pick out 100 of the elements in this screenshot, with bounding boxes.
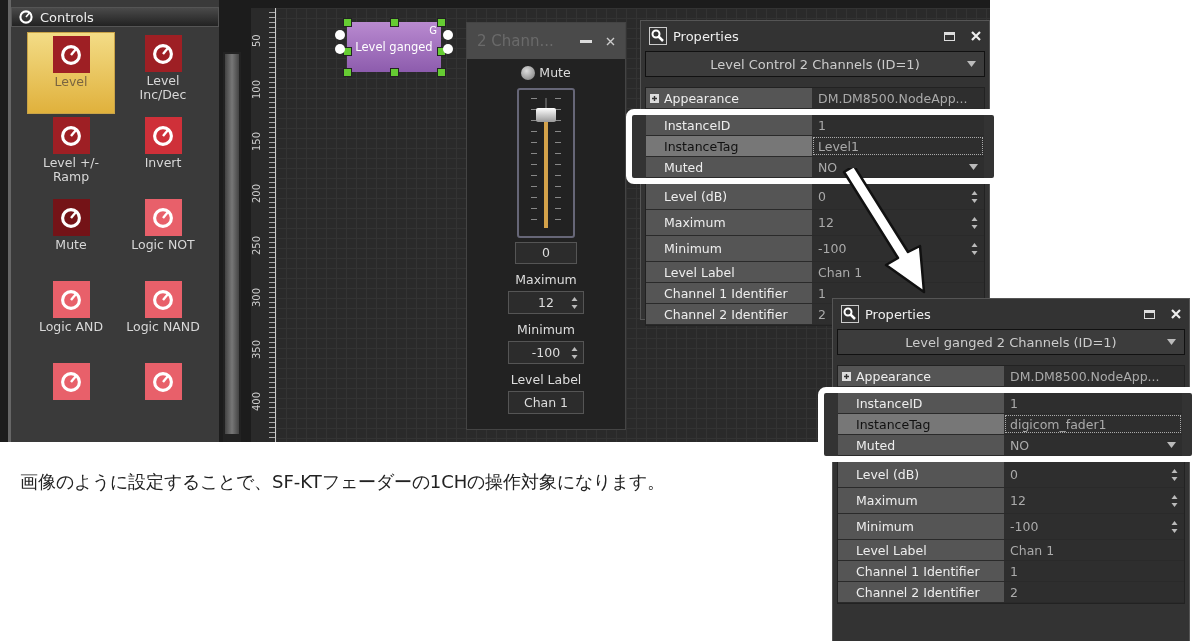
property-value[interactable]: 12 <box>1004 488 1184 513</box>
spin-arrows-icon[interactable] <box>571 295 578 310</box>
property-name: InstanceID <box>646 115 812 135</box>
property-value[interactable]: 12 <box>812 210 984 235</box>
selection-handle[interactable] <box>437 68 446 77</box>
property-value[interactable]: NO <box>812 157 984 177</box>
property-name: Channel 2 Identifier <box>838 582 1004 602</box>
property-name: Minimum <box>646 236 812 261</box>
field-label: Maximum <box>515 272 577 287</box>
mute-toggle[interactable]: Mute <box>521 65 571 80</box>
ruler-label: 200 <box>251 183 262 203</box>
control-item[interactable]: Mute <box>27 196 115 278</box>
expand-icon[interactable] <box>842 371 851 381</box>
input-field[interactable]: Chan 1 <box>508 391 584 414</box>
close-icon[interactable] <box>606 36 615 46</box>
spin-arrows-icon[interactable] <box>971 215 978 230</box>
control-item[interactable]: Invert <box>119 114 207 196</box>
property-name: Appearance <box>646 88 812 108</box>
spin-arrows-icon[interactable] <box>971 189 978 204</box>
control-item[interactable]: Logic NOT <box>119 196 207 278</box>
property-name: Level (dB) <box>838 462 1004 487</box>
ruler-label: 300 <box>251 287 262 307</box>
object-dropdown[interactable]: Level Control 2 Channels (ID=1) <box>645 51 985 77</box>
spin-arrows-icon[interactable] <box>571 345 578 360</box>
property-name: Minimum <box>838 514 1004 539</box>
spin-arrows-icon[interactable] <box>1171 467 1178 482</box>
field-label: Level Label <box>510 372 582 387</box>
control-item[interactable]: Logic NAND <box>119 278 207 360</box>
ruler-label: 350 <box>251 339 262 359</box>
ruler-label: 150 <box>251 131 262 151</box>
panel-title: Properties <box>673 28 740 44</box>
maximize-icon[interactable] <box>1144 309 1155 319</box>
property-name: Maximum <box>646 210 812 235</box>
property-value[interactable]: NO <box>1004 435 1182 455</box>
caption: 画像のように設定することで、SF-KTフェーダーの1CHの操作対象になります。 <box>20 470 666 494</box>
ruler-label: 250 <box>251 235 262 255</box>
property-name: Channel 1 Identifier <box>646 283 812 303</box>
connector-pin[interactable] <box>335 30 345 40</box>
caret-icon[interactable] <box>967 61 976 67</box>
input-field[interactable]: 12 <box>508 291 584 314</box>
caret-icon[interactable] <box>969 164 978 170</box>
maximize-icon[interactable] <box>944 31 955 41</box>
control-item[interactable]: Level +/- Ramp <box>27 114 115 196</box>
spin-arrows-icon[interactable] <box>1171 519 1178 534</box>
control-item[interactable]: Level <box>27 32 115 114</box>
minimize-icon[interactable] <box>580 39 592 43</box>
selection-handle[interactable] <box>390 18 399 27</box>
property-value[interactable]: 0 <box>1004 462 1184 487</box>
panel-title: Properties <box>865 306 932 322</box>
connector-pin[interactable] <box>443 30 453 40</box>
property-value[interactable]: digicom_fader1 <box>1004 414 1182 434</box>
property-name: Channel 2 Identifier <box>646 304 812 324</box>
fader-thumb[interactable] <box>536 107 556 122</box>
property-value[interactable]: Chan 1 <box>1004 540 1184 560</box>
caret-icon[interactable] <box>1167 339 1176 345</box>
selection-handle[interactable] <box>390 68 399 77</box>
caret-icon[interactable] <box>1167 442 1176 448</box>
property-name: Channel 1 Identifier <box>838 561 1004 581</box>
property-name: Level Label <box>646 262 812 282</box>
property-name: Appearance <box>838 366 1004 386</box>
group-label: G <box>429 25 437 36</box>
property-name: Level (dB) <box>646 184 812 209</box>
field-label: Minimum <box>517 322 575 337</box>
object-dropdown[interactable]: Level ganged 2 Channels (ID=1) <box>837 329 1185 355</box>
control-item[interactable]: Logic AND <box>27 278 115 360</box>
level-node[interactable]: G Level ganged <box>347 22 441 72</box>
selection-handle[interactable] <box>437 18 446 27</box>
property-value[interactable]: Level1 <box>812 136 984 156</box>
property-name: Muted <box>646 157 812 177</box>
property-value[interactable]: 2 <box>1004 582 1184 602</box>
selection-handle[interactable] <box>343 18 352 27</box>
expand-icon[interactable] <box>650 93 659 103</box>
property-name: Maximum <box>838 488 1004 513</box>
input-field[interactable]: -100 <box>508 341 584 364</box>
control-item[interactable]: Level Inc/Dec <box>119 32 207 114</box>
ruler-label: 400 <box>251 391 262 411</box>
property-value[interactable]: 1 <box>1004 393 1182 413</box>
property-name: InstanceTag <box>646 136 812 156</box>
dial-icon <box>18 9 34 25</box>
node-label: Level ganged <box>355 40 433 54</box>
connector-pin[interactable] <box>335 44 345 54</box>
connector-pin[interactable] <box>443 44 453 54</box>
property-name: Level Label <box>838 540 1004 560</box>
ruler-label: 50 <box>251 34 262 47</box>
selection-handle[interactable] <box>343 68 352 77</box>
property-name: Muted <box>838 435 1004 455</box>
level-value[interactable]: 0 <box>515 242 577 264</box>
spin-arrows-icon[interactable] <box>971 241 978 256</box>
property-value[interactable]: DM.DM8500.NodeApp... <box>812 88 984 108</box>
scrollbar[interactable] <box>223 52 241 442</box>
property-value[interactable]: 1 <box>1004 561 1184 581</box>
panel-header: Controls <box>11 7 219 27</box>
property-value[interactable]: DM.DM8500.NodeApp... <box>1004 366 1184 386</box>
property-value[interactable]: 0 <box>812 184 984 209</box>
property-value[interactable]: 1 <box>812 115 984 135</box>
property-value[interactable]: -100 <box>1004 514 1184 539</box>
fader[interactable] <box>517 88 575 238</box>
spin-arrows-icon[interactable] <box>1171 493 1178 508</box>
property-name: InstanceTag <box>838 414 1004 434</box>
ruler-label: 100 <box>251 79 262 99</box>
